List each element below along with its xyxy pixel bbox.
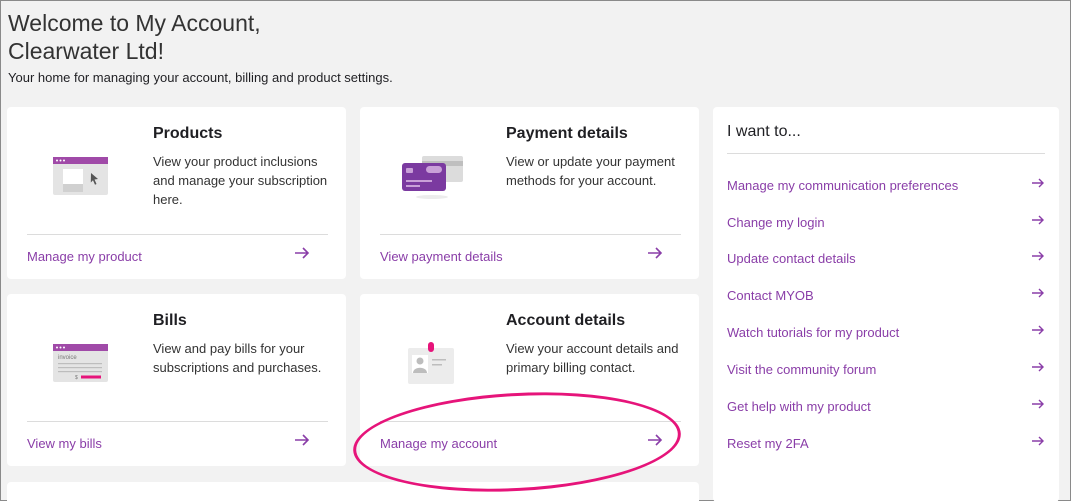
invoice-icon: invoice $	[53, 344, 108, 382]
link-get-help[interactable]: Get help with my product	[727, 396, 1045, 416]
link-reset-2fa[interactable]: Reset my 2FA	[727, 433, 1045, 453]
link-community-forum[interactable]: Visit the community forum	[727, 359, 1045, 379]
products-card: Products View your product inclusions an…	[7, 107, 346, 279]
arrow-right-icon[interactable]	[294, 245, 310, 261]
bills-description: View and pay bills for your subscription…	[153, 341, 322, 375]
view-bills-link[interactable]: View my bills	[27, 436, 102, 451]
divider	[27, 421, 328, 422]
account-description: View your account details and primary bi…	[506, 341, 679, 375]
arrow-right-icon	[1032, 288, 1044, 298]
view-payment-details-link[interactable]: View payment details	[380, 249, 503, 264]
bills-card: invoice $ Bills View and pay bills for y…	[7, 294, 346, 466]
arrow-right-icon	[1032, 399, 1044, 409]
arrow-right-icon[interactable]	[647, 245, 663, 261]
link-change-login[interactable]: Change my login	[727, 212, 1045, 232]
link-contact-myob[interactable]: Contact MYOB	[727, 285, 1045, 305]
invoice-illustration-label: invoice	[58, 355, 77, 361]
divider	[727, 153, 1045, 154]
link-label: Watch tutorials for my product	[727, 325, 900, 340]
link-communication-preferences[interactable]: Manage my communication preferences	[727, 175, 1045, 195]
next-card-peek	[7, 482, 699, 501]
bills-title: Bills	[153, 312, 187, 329]
browser-window-icon	[53, 157, 108, 195]
arrow-right-icon	[1032, 178, 1044, 188]
products-description: View your product inclusions and manage …	[153, 154, 328, 207]
welcome-heading: Welcome to My Account, Clearwater Ltd!	[8, 9, 261, 65]
link-update-contact-details[interactable]: Update contact details	[727, 248, 1045, 268]
panel-heading: I want to...	[727, 123, 801, 140]
arrow-right-icon	[1032, 251, 1044, 261]
arrow-right-icon	[1032, 436, 1044, 446]
payment-title: Payment details	[506, 125, 628, 142]
manage-product-link[interactable]: Manage my product	[27, 249, 142, 264]
i-want-to-panel: I want to... Manage my communication pre…	[713, 107, 1059, 501]
link-label: Contact MYOB	[727, 288, 814, 303]
divider	[27, 234, 328, 235]
payment-description: View or update your payment methods for …	[506, 154, 675, 188]
divider	[380, 234, 681, 235]
arrow-right-icon	[1032, 362, 1044, 372]
arrow-right-icon	[1032, 215, 1044, 225]
payment-card: Payment details View or update your paym…	[360, 107, 699, 279]
link-label: Change my login	[727, 215, 825, 230]
link-label: Update contact details	[727, 251, 856, 266]
link-label: Get help with my product	[727, 399, 871, 414]
welcome-line-2: Clearwater Ltd!	[8, 38, 164, 64]
link-watch-tutorials[interactable]: Watch tutorials for my product	[727, 322, 1045, 342]
account-title: Account details	[506, 312, 626, 329]
link-label: Visit the community forum	[727, 362, 877, 377]
products-title: Products	[153, 125, 223, 142]
id-badge-icon	[408, 342, 454, 384]
page-subtitle: Your home for managing your account, bil…	[8, 70, 393, 85]
arrow-right-icon[interactable]	[294, 432, 310, 448]
credit-card-icon	[402, 156, 463, 199]
welcome-line-1: Welcome to My Account,	[8, 10, 261, 36]
link-label: Manage my communication preferences	[727, 178, 959, 193]
svg-text:$: $	[75, 375, 78, 381]
arrow-right-icon	[1032, 325, 1044, 335]
link-label: Reset my 2FA	[727, 436, 809, 451]
